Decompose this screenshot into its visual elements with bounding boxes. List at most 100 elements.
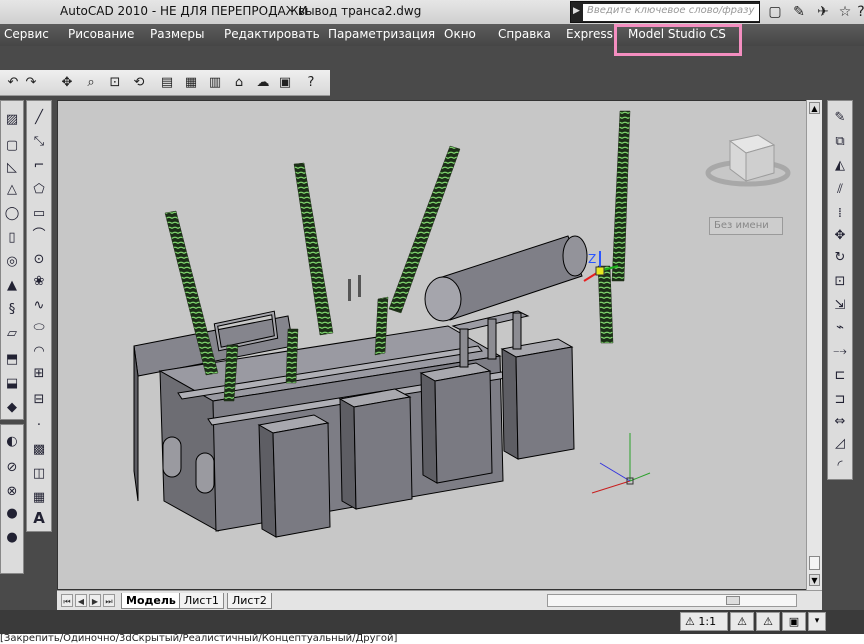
- scroll-down-icon[interactable]: ▼: [809, 574, 820, 586]
- polysolid-icon[interactable]: ▨: [3, 111, 21, 129]
- prev-tab-icon[interactable]: ◀: [75, 594, 87, 607]
- subscription-icon[interactable]: ✎: [790, 3, 808, 21]
- presspull-icon[interactable]: ⬓: [3, 375, 21, 393]
- zoom-realtime-icon[interactable]: ⌕: [82, 74, 100, 92]
- workspace-icon[interactable]: ▣: [782, 612, 806, 631]
- communication-icon[interactable]: ✈: [814, 3, 832, 21]
- erase-icon[interactable]: ✎: [831, 109, 849, 127]
- properties-icon[interactable]: ▤: [158, 74, 176, 92]
- tray-settings-icon[interactable]: ▾: [808, 612, 826, 631]
- sphere-orange-icon[interactable]: ●: [3, 529, 21, 547]
- annotation-scale[interactable]: ⚠ 1:1: [680, 612, 728, 631]
- gradient-icon[interactable]: ◫: [30, 465, 48, 483]
- next-tab-icon[interactable]: ▶: [89, 594, 101, 607]
- design-center-icon[interactable]: ▦: [182, 74, 200, 92]
- help-icon[interactable]: ?: [852, 3, 864, 21]
- scroll-up-icon[interactable]: ▲: [809, 102, 820, 114]
- drawing-viewport[interactable]: Z Без имени: [57, 100, 822, 590]
- redo-icon[interactable]: ↷: [22, 74, 40, 92]
- stretch-icon[interactable]: ⇲: [831, 297, 849, 315]
- menu-parametric[interactable]: Параметризация: [328, 27, 435, 41]
- rotate-icon[interactable]: ↻: [831, 249, 849, 267]
- join-icon[interactable]: ⇔: [831, 413, 849, 431]
- render-icon[interactable]: ⊗: [3, 483, 21, 501]
- fillet-icon[interactable]: ◜: [831, 457, 849, 475]
- point-icon[interactable]: ·: [30, 417, 48, 435]
- vertical-scrollbar[interactable]: ▲ ▼: [806, 100, 822, 590]
- box-icon[interactable]: ▢: [3, 137, 21, 155]
- light-icon[interactable]: ◐: [3, 433, 21, 451]
- extend-icon[interactable]: ⤍: [831, 343, 849, 361]
- rectangle-icon[interactable]: ▭: [30, 205, 48, 223]
- search-input[interactable]: Введите ключевое слово/фразу: [583, 4, 759, 21]
- viewcube-ucs-menu[interactable]: Без имени: [709, 217, 783, 235]
- binoculars-icon[interactable]: ▢: [766, 3, 784, 21]
- tab-sheet2[interactable]: Лист2: [227, 593, 272, 609]
- menu-window[interactable]: Окно: [444, 27, 476, 41]
- table-icon[interactable]: ▦: [30, 489, 48, 507]
- insert-block-icon[interactable]: ⊞: [30, 365, 48, 383]
- move-icon[interactable]: ✥: [831, 227, 849, 245]
- pan-icon[interactable]: ✥: [58, 74, 76, 92]
- polyline-icon[interactable]: ⌐: [30, 157, 48, 175]
- markup-icon[interactable]: ☁: [254, 74, 272, 92]
- materials-icon[interactable]: ⊘: [3, 459, 21, 477]
- sweep-icon[interactable]: ◆: [3, 399, 21, 417]
- help-toolbar-icon[interactable]: ?: [302, 74, 320, 92]
- helix-icon[interactable]: §: [3, 301, 21, 319]
- torus-icon[interactable]: ◎: [3, 253, 21, 271]
- extrude-icon[interactable]: ⬒: [3, 351, 21, 369]
- zoom-window-icon[interactable]: ⊡: [106, 74, 124, 92]
- ellipse-icon[interactable]: ⬭: [30, 319, 48, 337]
- calculator-icon[interactable]: ▣: [276, 74, 294, 92]
- planar-surface-icon[interactable]: ▱: [3, 325, 21, 343]
- trim-icon[interactable]: ⌁: [831, 319, 849, 337]
- make-block-icon[interactable]: ⊟: [30, 391, 48, 409]
- polygon-icon[interactable]: ⬠: [30, 181, 48, 199]
- menu-modify[interactable]: Редактировать: [224, 27, 320, 41]
- menu-service[interactable]: Сервис: [4, 27, 49, 41]
- wedge-icon[interactable]: ◺: [3, 159, 21, 177]
- zoom-previous-icon[interactable]: ⟲: [130, 74, 148, 92]
- tab-sheet1[interactable]: Лист1: [179, 593, 224, 609]
- menu-express[interactable]: Express: [566, 27, 613, 41]
- menu-dimensions[interactable]: Размеры: [150, 27, 205, 41]
- pyramid-icon[interactable]: ▲: [3, 277, 21, 295]
- undo-icon[interactable]: ↶: [4, 74, 22, 92]
- break-at-point-icon[interactable]: ⊏: [831, 367, 849, 385]
- construction-line-icon[interactable]: ⤡: [30, 133, 48, 151]
- spline-icon[interactable]: ∿: [30, 297, 48, 315]
- horizontal-scrollbar[interactable]: [547, 594, 797, 607]
- command-line[interactable]: [Закрепить/Одиночно/3dСкрытый/Реалистичн…: [0, 634, 864, 644]
- chamfer-icon[interactable]: ◿: [831, 435, 849, 453]
- tool-palettes-icon[interactable]: ▥: [206, 74, 224, 92]
- mirror-icon[interactable]: ◭: [831, 157, 849, 175]
- annotation-visibility-icon[interactable]: ⚠: [730, 612, 754, 631]
- first-tab-icon[interactable]: ⏮: [61, 594, 73, 607]
- search-expand-icon[interactable]: ▶: [573, 6, 580, 16]
- tab-model[interactable]: Модель: [121, 593, 181, 609]
- auto-scale-icon[interactable]: ⚠: [756, 612, 780, 631]
- hatch-icon[interactable]: ▩: [30, 441, 48, 459]
- sphere-icon[interactable]: ◯: [3, 205, 21, 223]
- menu-help[interactable]: Справка: [498, 27, 551, 41]
- scroll-thumb[interactable]: [809, 556, 820, 570]
- circle-icon[interactable]: ⊙: [30, 251, 48, 269]
- ellipse-arc-icon[interactable]: ◠: [30, 343, 48, 361]
- multiline-text-icon[interactable]: A: [30, 509, 48, 527]
- arc-icon[interactable]: ⌒: [30, 227, 48, 245]
- scale-icon[interactable]: ⊡: [831, 273, 849, 291]
- cone-icon[interactable]: △: [3, 181, 21, 199]
- search-box[interactable]: ▶ Введите ключевое слово/фразу: [570, 1, 760, 23]
- sphere-blue-icon[interactable]: ●: [3, 505, 21, 523]
- line-icon[interactable]: ╱: [30, 109, 48, 127]
- hscroll-thumb[interactable]: [726, 596, 740, 605]
- menu-draw[interactable]: Рисование: [68, 27, 134, 41]
- break-icon[interactable]: ⊐: [831, 391, 849, 409]
- array-icon[interactable]: ⁞: [831, 205, 849, 223]
- sheet-set-icon[interactable]: ⌂: [230, 74, 248, 92]
- last-tab-icon[interactable]: ⏭: [103, 594, 115, 607]
- copy-icon[interactable]: ⧉: [831, 133, 849, 151]
- revision-cloud-icon[interactable]: ❀: [30, 273, 48, 291]
- cylinder-icon[interactable]: ▯: [3, 229, 21, 247]
